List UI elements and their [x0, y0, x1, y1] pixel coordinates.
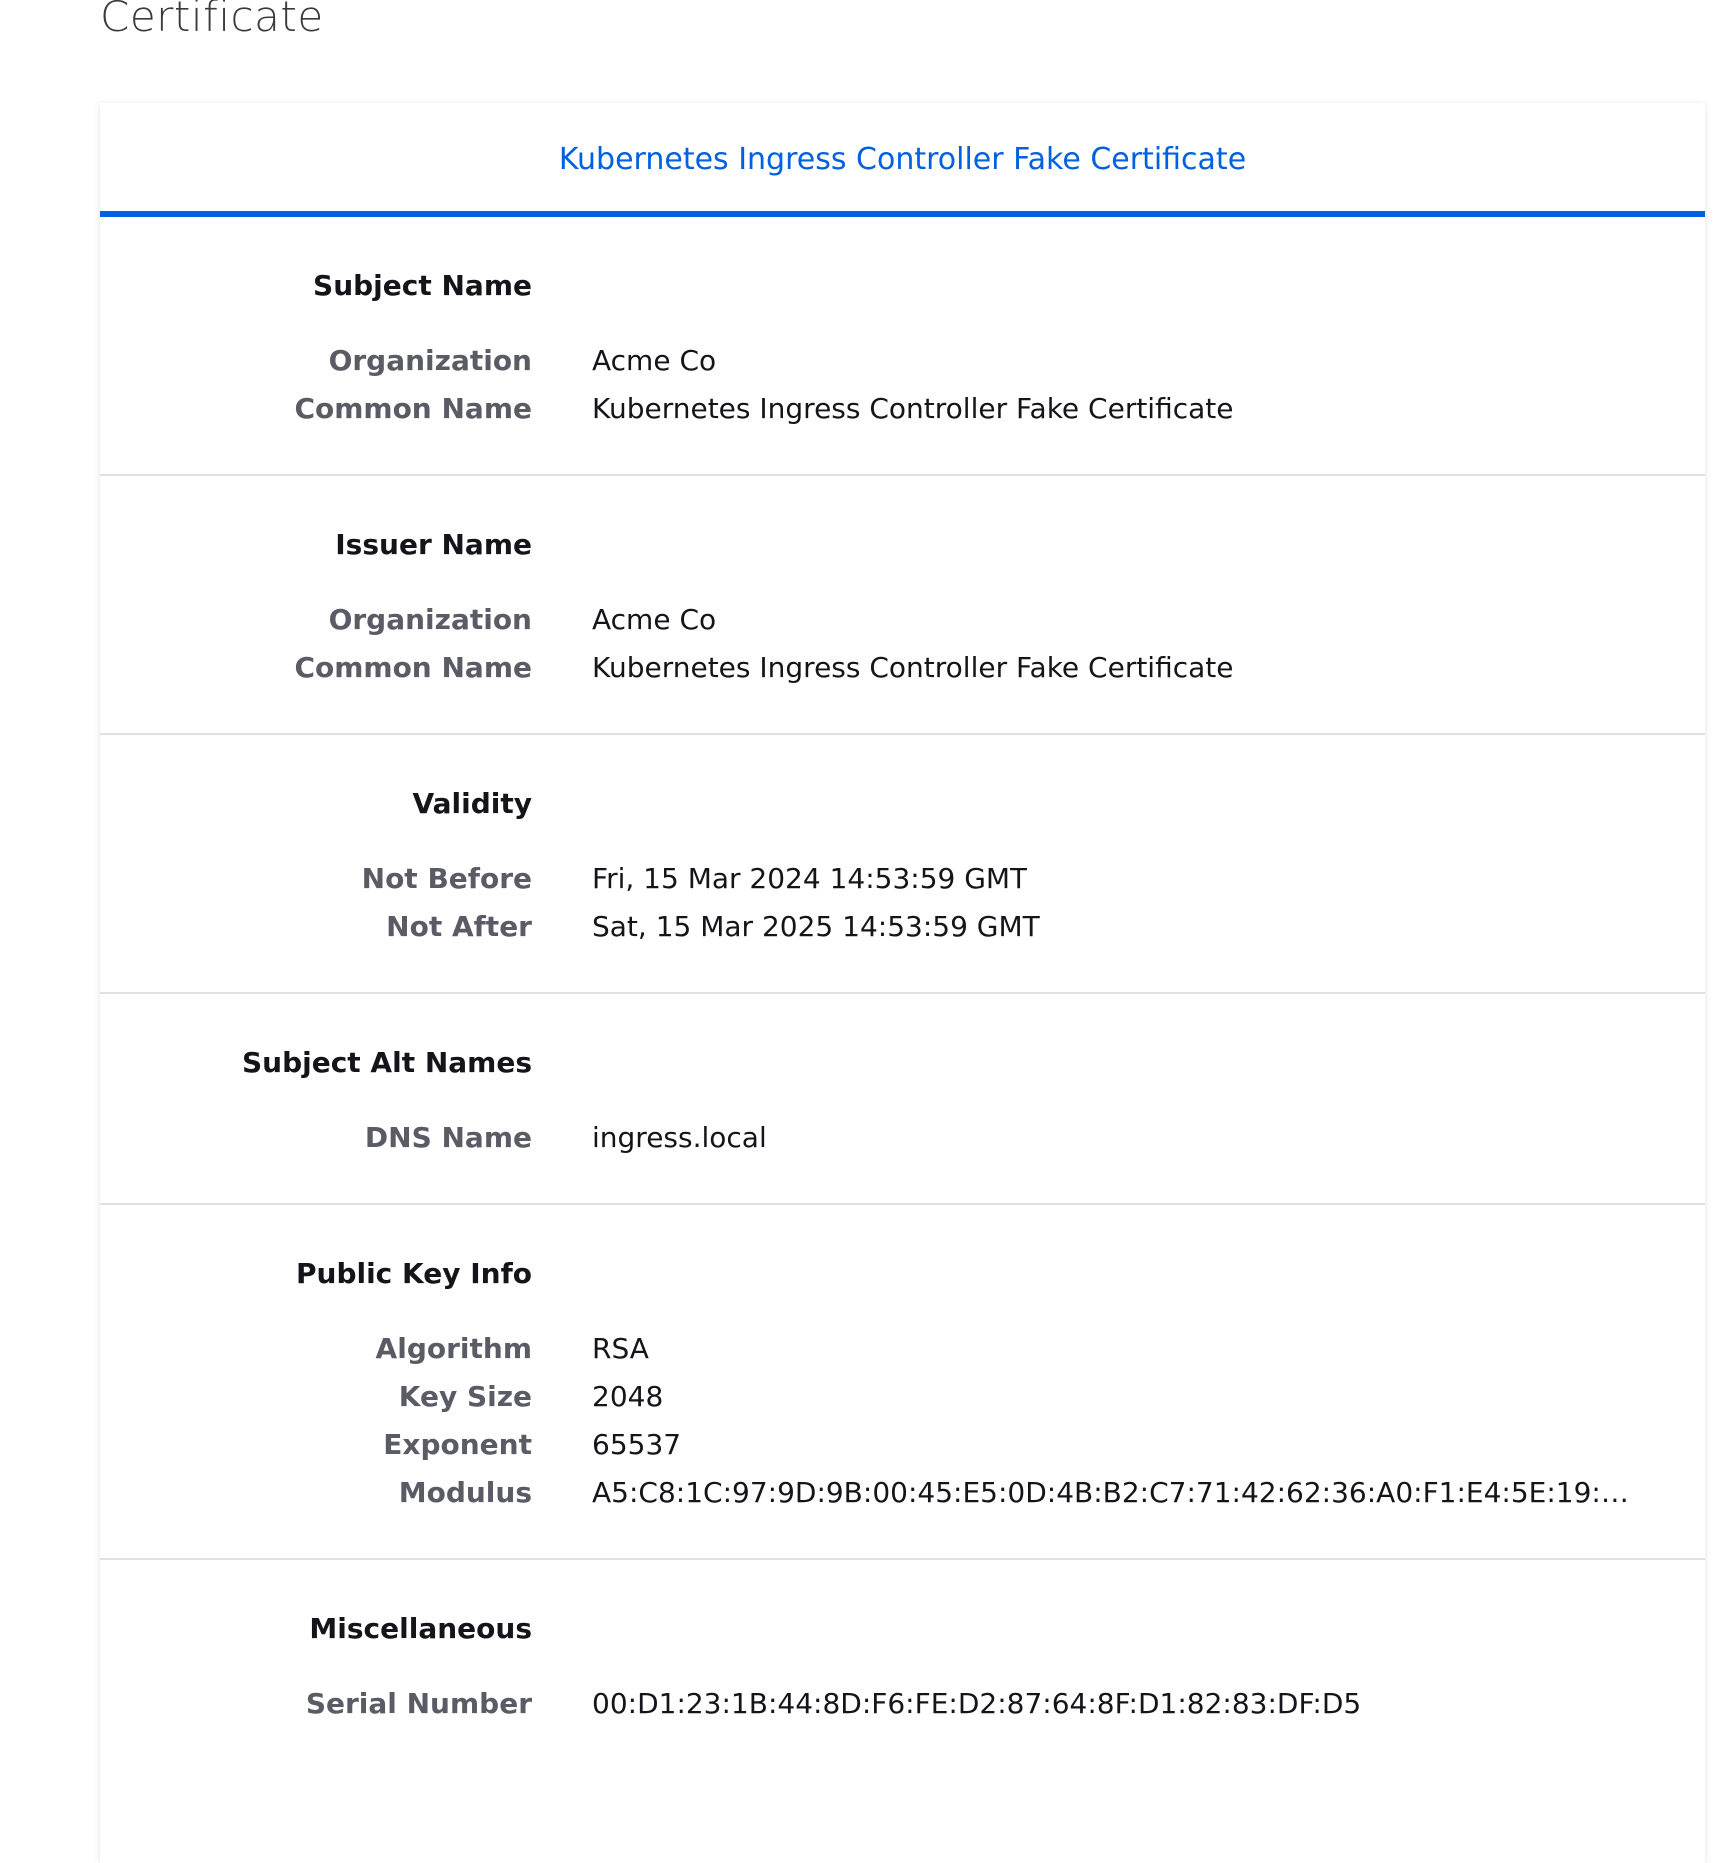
field-value: 2048: [592, 1380, 664, 1413]
miscellaneous-section: Miscellaneous Serial Number 00:D1:23:1B:…: [100, 1560, 1705, 1769]
field-row: Exponent 65537: [100, 1428, 1705, 1466]
field-value: ingress.local: [592, 1121, 767, 1154]
field-row: Modulus A5:C8:1C:97:9D:9B:00:45:E5:0D:4B…: [100, 1476, 1705, 1514]
field-row: Not After Sat, 15 Mar 2025 14:53:59 GMT: [100, 910, 1705, 948]
section-title-row: Issuer Name: [100, 528, 1705, 593]
section-title-row: Public Key Info: [100, 1257, 1705, 1322]
section-title: Validity: [412, 787, 532, 820]
field-label: Common Name: [294, 392, 532, 425]
subject-name-section: Subject Name Organization Acme Co Common…: [100, 217, 1705, 476]
field-value: Kubernetes Ingress Controller Fake Certi…: [592, 651, 1234, 684]
field-value: 00:D1:23:1B:44:8D:F6:FE:D2:87:64:8F:D1:8…: [592, 1687, 1362, 1720]
field-row: Common Name Kubernetes Ingress Controlle…: [100, 651, 1705, 689]
field-row: Key Size 2048: [100, 1380, 1705, 1418]
field-label: Common Name: [294, 651, 532, 684]
issuer-name-section: Issuer Name Organization Acme Co Common …: [100, 476, 1705, 735]
field-value: Acme Co: [592, 603, 717, 636]
section-title: Public Key Info: [295, 1257, 532, 1290]
certificate-tab-strip: Kubernetes Ingress Controller Fake Certi…: [100, 103, 1705, 217]
field-row: Common Name Kubernetes Ingress Controlle…: [100, 392, 1705, 430]
subject-alt-names-section: Subject Alt Names DNS Name ingress.local: [100, 994, 1705, 1205]
field-label: Not After: [386, 910, 532, 943]
field-value: Kubernetes Ingress Controller Fake Certi…: [592, 392, 1234, 425]
certificate-card: Kubernetes Ingress Controller Fake Certi…: [100, 103, 1705, 1863]
section-title-row: Subject Alt Names: [100, 1046, 1705, 1111]
field-value: Sat, 15 Mar 2025 14:53:59 GMT: [592, 910, 1040, 943]
field-label: Key Size: [398, 1380, 532, 1413]
section-title: Subject Name: [313, 269, 532, 302]
field-row: Organization Acme Co: [100, 603, 1705, 641]
section-title-row: Validity: [100, 787, 1705, 852]
field-label: Modulus: [398, 1476, 532, 1509]
field-row: Algorithm RSA: [100, 1332, 1705, 1370]
section-title: Miscellaneous: [309, 1612, 532, 1645]
public-key-info-section: Public Key Info Algorithm RSA Key Size 2…: [100, 1205, 1705, 1560]
section-title: Subject Alt Names: [241, 1046, 532, 1079]
field-value: RSA: [592, 1332, 649, 1365]
field-value: Fri, 15 Mar 2024 14:53:59 GMT: [592, 862, 1028, 895]
section-title-row: Miscellaneous: [100, 1612, 1705, 1677]
page-title: Certificate: [100, 0, 324, 41]
field-value: Acme Co: [592, 344, 717, 377]
field-row: Organization Acme Co: [100, 344, 1705, 382]
field-label: DNS Name: [364, 1121, 532, 1154]
section-title-row: Subject Name: [100, 269, 1705, 334]
field-value: 65537: [592, 1428, 682, 1461]
section-title: Issuer Name: [335, 528, 532, 561]
field-label: Organization: [328, 344, 532, 377]
field-label: Serial Number: [305, 1687, 532, 1720]
validity-section: Validity Not Before Fri, 15 Mar 2024 14:…: [100, 735, 1705, 994]
field-value: A5:C8:1C:97:9D:9B:00:45:E5:0D:4B:B2:C7:7…: [592, 1476, 1642, 1509]
field-row: Serial Number 00:D1:23:1B:44:8D:F6:FE:D2…: [100, 1687, 1705, 1725]
field-label: Algorithm: [375, 1332, 532, 1365]
field-label: Organization: [328, 603, 532, 636]
field-row: Not Before Fri, 15 Mar 2024 14:53:59 GMT: [100, 862, 1705, 900]
tab-certificate[interactable]: Kubernetes Ingress Controller Fake Certi…: [559, 138, 1246, 177]
field-label: Exponent: [383, 1428, 532, 1461]
field-label: Not Before: [361, 862, 532, 895]
field-row: DNS Name ingress.local: [100, 1121, 1705, 1159]
